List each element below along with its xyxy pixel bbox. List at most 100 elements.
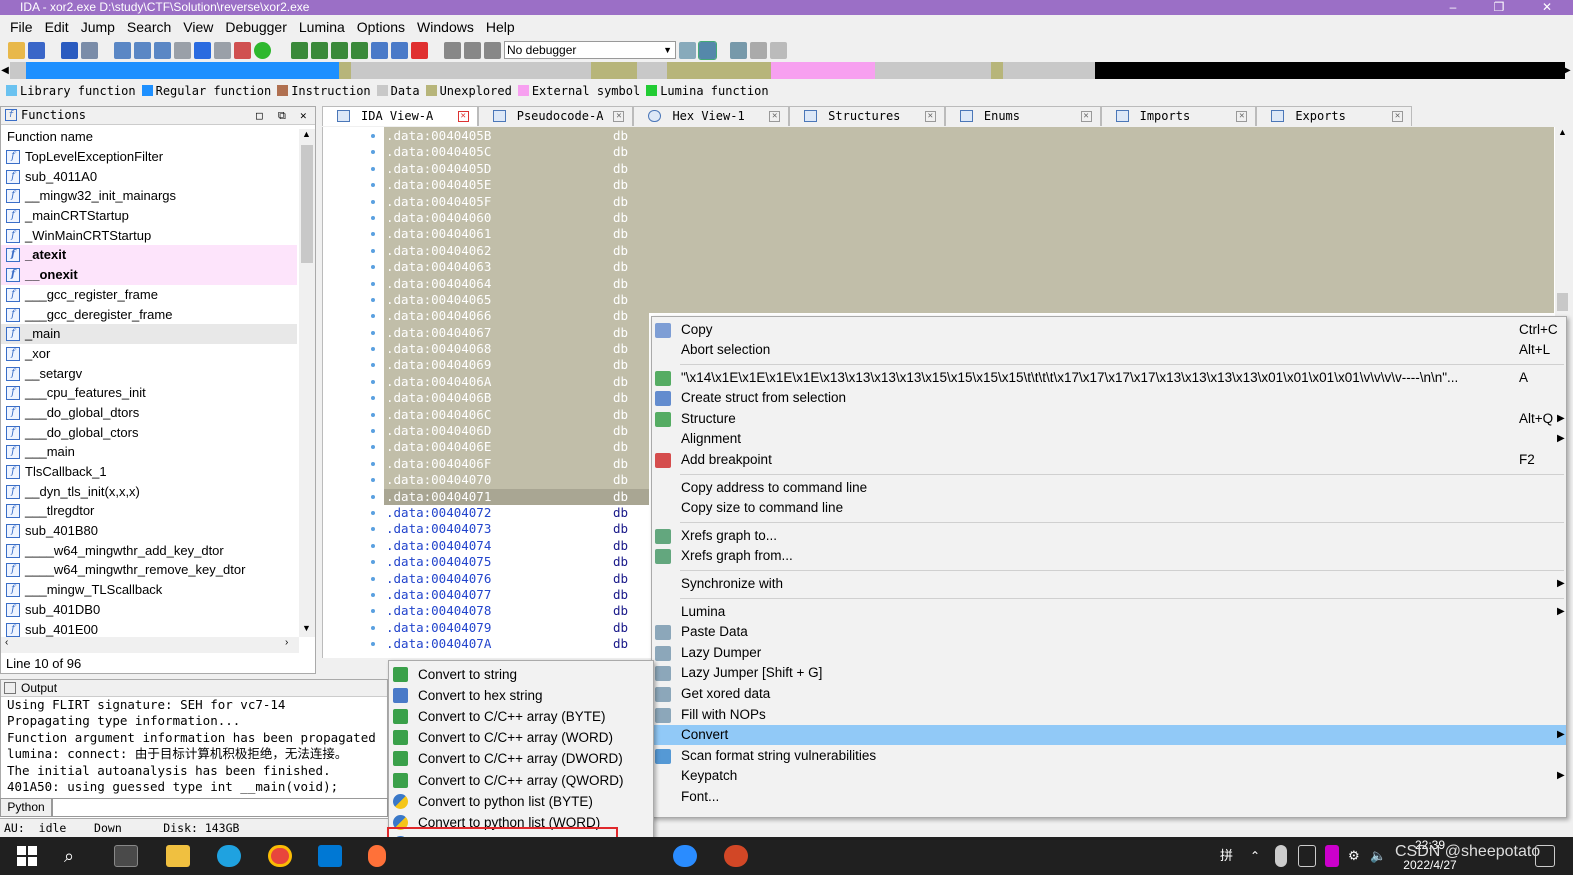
menu-debugger[interactable]: Debugger	[219, 19, 293, 35]
menu-help[interactable]: Help	[480, 19, 521, 35]
step-over-icon[interactable]	[698, 40, 717, 60]
menu-view[interactable]: View	[177, 19, 219, 35]
scroll-down-icon[interactable]: ▼	[302, 623, 311, 633]
play-icon[interactable]	[444, 41, 461, 59]
functions-hscrollbar[interactable]: ‹ ›	[1, 637, 299, 653]
context-menu-item[interactable]: Synchronize with ▶	[652, 574, 1566, 594]
close-tab-icon[interactable]: ✕	[457, 111, 469, 122]
disasm-line[interactable]: .data:00404078 db	[322, 603, 652, 619]
string-tool-icon[interactable]	[331, 41, 348, 59]
function-row[interactable]: f _mainCRTStartup	[1, 206, 297, 226]
convert-menu-item[interactable]: Convert to python list (BYTE)	[389, 791, 653, 812]
scroll-up-icon[interactable]: ▲	[302, 129, 311, 139]
context-menu-item[interactable]: Get xored data	[652, 684, 1566, 704]
disasm-line[interactable]: .data:0040406E db	[322, 439, 652, 456]
search-icon[interactable]: ⌕	[64, 845, 88, 867]
menu-search[interactable]: Search	[121, 19, 177, 35]
function-row[interactable]: f ___do_global_dtors	[1, 403, 297, 423]
function-name-column[interactable]: Function name	[1, 125, 315, 147]
disasm-line[interactable]: .data:00404072 db	[322, 505, 652, 521]
volume-icon[interactable]: 🔈	[1370, 845, 1386, 867]
disasm-line[interactable]: .data:00404064db47h ; G	[322, 275, 652, 292]
tray-app-icon[interactable]	[1325, 845, 1339, 867]
python-command-input[interactable]	[52, 798, 388, 817]
close-tab-icon[interactable]: ✕	[1236, 111, 1248, 122]
context-menu-item[interactable]: Alignment ▶	[652, 429, 1566, 449]
undefine-icon[interactable]	[411, 41, 428, 59]
tab-hex-view[interactable]: Hex View-1 ✕	[633, 106, 790, 126]
function-row[interactable]: f ___tlregdtor	[1, 501, 297, 521]
menu-jump[interactable]: Jump	[75, 19, 121, 35]
search-tool-icon[interactable]	[174, 41, 191, 59]
function-row[interactable]: f sub_4011A0	[1, 167, 297, 187]
app-icon[interactable]	[673, 845, 697, 867]
menu-file[interactable]: File	[4, 19, 39, 35]
network-icon[interactable]	[1298, 845, 1316, 867]
microphone-icon[interactable]	[1275, 845, 1287, 867]
function-row[interactable]: f ___cpu_features_init	[1, 383, 297, 403]
function-row[interactable]: f ___do_global_ctors	[1, 423, 297, 443]
disasm-line[interactable]: .data:0040406B db	[322, 390, 652, 407]
back-icon[interactable]	[61, 41, 78, 59]
context-menu-item[interactable]: Fill with NOPs	[652, 705, 1566, 725]
close-button[interactable]: ✕	[1522, 0, 1572, 14]
stop-icon[interactable]	[484, 41, 501, 59]
ime-icon[interactable]: 拼	[1220, 845, 1238, 867]
context-menu-item[interactable]: Lumina ▶	[652, 602, 1566, 622]
function-row[interactable]: f ____w64_mingwthr_remove_key_dtor	[1, 560, 297, 580]
disasm-line[interactable]: .data:00404060db46h ; F	[322, 209, 652, 227]
disasm-line[interactable]: .data:00404071 db	[322, 488, 652, 505]
close-tab-icon[interactable]: ✕	[769, 111, 781, 122]
functions-scrollbar[interactable]: ▲ ▼	[299, 129, 315, 637]
convert-menu-item[interactable]: Convert to C/C++ array (BYTE)	[389, 706, 653, 727]
disasm-line[interactable]: .data:00404070db0	[322, 472, 652, 489]
menu-windows[interactable]: Windows	[411, 19, 480, 35]
context-menu-item[interactable]: Font...	[652, 787, 1566, 807]
scroll-right-icon[interactable]: ›	[285, 637, 288, 648]
disasm-line[interactable]: .data:00404067 db	[322, 324, 652, 342]
convert-menu-item[interactable]: Convert to hex string	[389, 685, 653, 706]
disasm-line[interactable]: .data:0040405Fdb 0	[322, 193, 652, 210]
windows-start-icon[interactable]	[16, 845, 40, 867]
paste-tool-icon[interactable]	[134, 41, 151, 59]
disassembly-listing[interactable]: .data:0040405Bdb 0.data:0040405Cdb43h ; …	[322, 128, 652, 652]
convert-menu-item[interactable]: Convert to string	[389, 664, 653, 685]
context-menu-item[interactable]: Abort selection Alt+L	[652, 340, 1566, 360]
function-row[interactable]: f __dyn_tls_init(x,x,x)	[1, 482, 297, 502]
pause-icon[interactable]	[464, 41, 481, 59]
function-row[interactable]: f ___gcc_deregister_frame	[1, 305, 297, 325]
context-menu-item[interactable]: Scan format string vulnerabilities	[652, 746, 1566, 766]
disasm-line[interactable]: .data:00404075 db	[322, 554, 652, 570]
disasm-line[interactable]: .data:0040405Ddb 0	[322, 160, 652, 178]
close-tab-icon[interactable]: ✕	[924, 111, 936, 122]
close-tab-icon[interactable]: ✕	[1392, 111, 1404, 122]
powerpoint-icon[interactable]	[724, 845, 748, 867]
nav-left-arrow-icon[interactable]: ◀	[0, 62, 10, 79]
binary-tool-icon[interactable]	[154, 41, 171, 59]
menu-lumina[interactable]: Lumina	[293, 19, 351, 35]
disasm-line[interactable]: .data:0040405Cdb43h ; C	[322, 144, 652, 161]
function-row[interactable]: f ___gcc_register_frame	[1, 285, 297, 305]
scroll-up-icon[interactable]: ▲	[1558, 127, 1567, 137]
chrome-icon[interactable]	[268, 845, 292, 867]
function-row[interactable]: f ___mingw_TLScallback	[1, 580, 297, 600]
navigation-band[interactable]	[10, 62, 1565, 79]
convert-menu-item[interactable]: Convert to C/C++ array (WORD)	[389, 727, 653, 748]
disasm-line[interactable]: .data:00404073 db	[322, 521, 652, 537]
data-icon[interactable]	[311, 41, 328, 59]
disasm-line[interactable]: .data:0040406D db	[322, 423, 652, 440]
file-explorer-icon[interactable]	[166, 845, 190, 867]
tab-structures[interactable]: Structures ✕	[789, 106, 945, 126]
tab-imports[interactable]: Imports ✕	[1100, 106, 1257, 126]
context-menu-item[interactable]: Structure Alt+Q ▶	[652, 409, 1566, 429]
context-menu-item[interactable]: Paste Data	[652, 622, 1566, 642]
menu-options[interactable]: Options	[351, 19, 411, 35]
context-menu-item[interactable]: Copy address to command line	[652, 478, 1566, 498]
disasm-line[interactable]: .data:00404063db 0	[322, 259, 652, 276]
code-icon[interactable]	[291, 41, 308, 59]
settings-tray-icon[interactable]: ⚙	[1348, 845, 1364, 867]
terminal-icon[interactable]	[114, 845, 138, 867]
python-language-button[interactable]: Python	[0, 798, 52, 817]
down-arrow-icon[interactable]	[194, 41, 211, 59]
function-row[interactable]: f TlsCallback_1	[1, 462, 297, 482]
